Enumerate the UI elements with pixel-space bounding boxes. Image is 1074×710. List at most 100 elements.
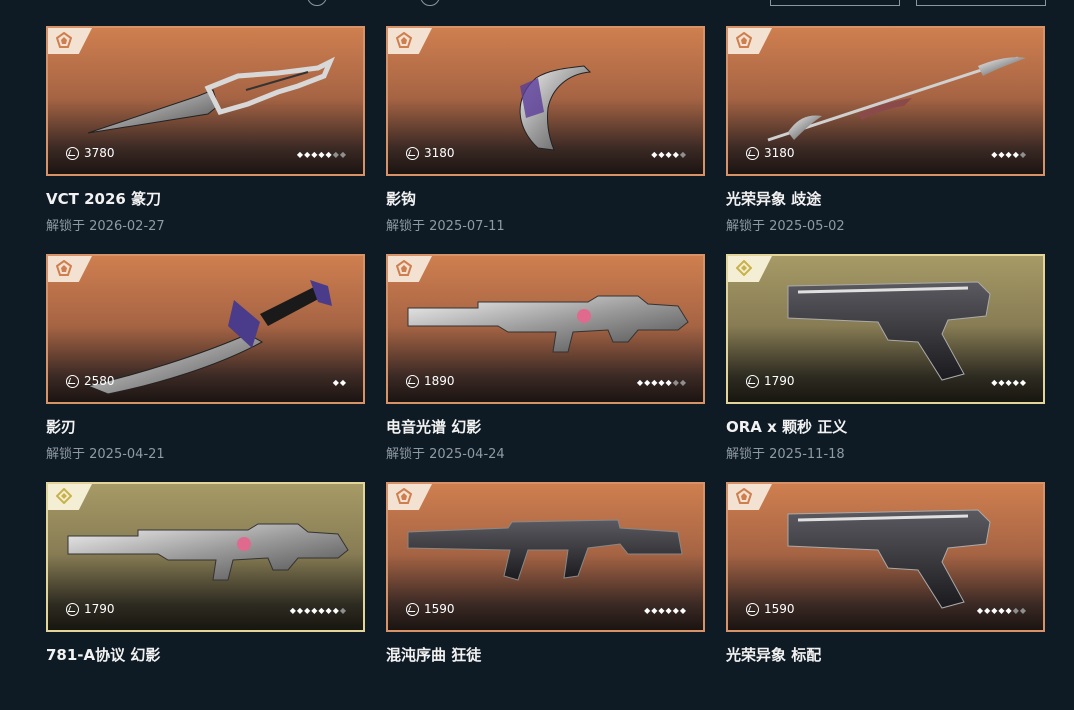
rating-diamonds: ◆◆◆◆◆ xyxy=(991,151,1027,159)
skin-card[interactable]: 3180 ◆◆◆◆◆ xyxy=(386,26,705,176)
skin-name: 光荣异象 标配 xyxy=(726,646,822,664)
skin-item[interactable]: 3180 ◆◆◆◆◆ 影钩 解锁于 2025-07-11 xyxy=(386,26,705,254)
rating-diamond-filled-icon: ◆ xyxy=(1005,378,1013,387)
skin-name: 光荣异象 歧途 xyxy=(726,190,822,208)
rating-diamond-filled-icon: ◆ xyxy=(665,150,673,159)
rating-diamond-filled-icon: ◆ xyxy=(658,150,666,159)
rating-diamond-filled-icon: ◆ xyxy=(318,150,326,159)
vp-icon xyxy=(406,374,419,388)
rating-diamond-filled-icon: ◆ xyxy=(976,606,985,615)
rating-diamond-filled-icon: ◆ xyxy=(289,606,297,615)
rating-diamond-filled-icon: ◆ xyxy=(318,606,326,615)
rating-diamond-filled-icon: ◆ xyxy=(998,150,1006,159)
rating-diamonds: ◆◆◆◆◆◆ xyxy=(644,607,687,615)
skin-item[interactable]: 3180 ◆◆◆◆◆ 光荣异象 歧途解锁于 2025-05-02 xyxy=(726,26,1045,254)
rating-diamonds: ◆◆◆◆◆◆◆ xyxy=(297,151,347,159)
rating-diamond-filled-icon: ◆ xyxy=(325,606,333,615)
price-value: 2580 xyxy=(84,374,115,388)
skin-item[interactable]: 1590 ◆◆◆◆◆◆ 混沌序曲 狂徒 xyxy=(386,482,705,710)
skin-card[interactable]: 1790 ◆◆◆◆◆◆◆◆ xyxy=(46,482,365,632)
skin-name: 电音光谱 幻影 xyxy=(386,418,482,436)
filter-button[interactable] xyxy=(916,0,1046,6)
vp-icon xyxy=(406,602,419,616)
rating-diamonds: ◆◆◆◆◆◆◆ xyxy=(637,379,687,387)
rating-diamond-filled-icon: ◆ xyxy=(636,378,645,387)
rating-diamond-empty-icon: ◆ xyxy=(1012,606,1020,615)
rating-diamond-filled-icon: ◆ xyxy=(665,606,673,615)
rating-diamond-filled-icon: ◆ xyxy=(1005,606,1013,615)
unlock-date: 解锁于 2025-05-02 xyxy=(726,219,845,234)
rating-diamond-filled-icon: ◆ xyxy=(1012,378,1020,387)
price: 2580 xyxy=(66,374,115,388)
skin-item[interactable]: 1790 ◆◆◆◆◆◆◆◆ 781-A协议 幻影 xyxy=(46,482,365,710)
rating-diamond-empty-icon: ◆ xyxy=(339,606,347,615)
rating-diamond-empty-icon: ◆ xyxy=(679,150,687,159)
skin-card[interactable]: 3780 ◆◆◆◆◆◆◆ xyxy=(46,26,365,176)
price: 1890 xyxy=(406,374,455,388)
rating-diamond-filled-icon: ◆ xyxy=(339,378,347,387)
rating-diamond-filled-icon: ◆ xyxy=(296,606,305,615)
price: 1590 xyxy=(406,602,455,616)
skin-card[interactable]: 1790 ◆◆◆◆◆ xyxy=(726,254,1045,404)
rating-diamonds: ◆◆◆◆◆ xyxy=(651,151,687,159)
unlock-date: 解锁于 2025-07-11 xyxy=(386,219,505,234)
skin-name: ORA x 颗秒 正义 xyxy=(726,418,848,436)
vp-icon xyxy=(66,146,79,160)
rating-diamond-filled-icon: ◆ xyxy=(1012,150,1020,159)
vp-icon xyxy=(746,602,759,616)
skin-card[interactable]: 1890 ◆◆◆◆◆◆◆ xyxy=(386,254,705,404)
filter-button[interactable] xyxy=(770,0,900,6)
top-filter-bar xyxy=(0,0,1074,6)
vp-icon xyxy=(746,146,759,160)
vp-icon xyxy=(406,146,419,160)
price: 3180 xyxy=(746,146,795,160)
rating-diamond-empty-icon: ◆ xyxy=(679,378,687,387)
price-value: 1790 xyxy=(84,602,115,616)
rating-diamond-empty-icon: ◆ xyxy=(332,150,340,159)
skin-item[interactable]: 1890 ◆◆◆◆◆◆◆ 电音光谱 幻影解锁于 2025-04-24 xyxy=(386,254,705,482)
price-value: 3180 xyxy=(424,146,455,160)
price-value: 1590 xyxy=(424,602,455,616)
price-value: 3180 xyxy=(764,146,795,160)
skin-card[interactable]: 3180 ◆◆◆◆◆ xyxy=(726,26,1045,176)
skin-card[interactable]: 1590 ◆◆◆◆◆◆ xyxy=(386,482,705,632)
vp-icon xyxy=(746,374,759,388)
rating-diamond-empty-icon: ◆ xyxy=(1019,606,1027,615)
price-value: 1590 xyxy=(764,602,795,616)
rating-diamond-filled-icon: ◆ xyxy=(296,150,305,159)
skin-name: 影刃 xyxy=(46,418,77,436)
price: 3180 xyxy=(406,146,455,160)
skin-item[interactable]: 3780 ◆◆◆◆◆◆◆ VCT 2026 篆刀 解锁于 2026-02-27 xyxy=(46,26,365,254)
price-value: 3780 xyxy=(84,146,115,160)
rating-diamond-filled-icon: ◆ xyxy=(325,150,333,159)
price: 3780 xyxy=(66,146,115,160)
rating-diamond-filled-icon: ◆ xyxy=(998,606,1006,615)
rating-diamonds: ◆◆◆◆◆◆◆ xyxy=(977,607,1027,615)
filter-radio[interactable] xyxy=(420,0,440,6)
filter-radio[interactable] xyxy=(307,0,327,6)
rating-diamond-filled-icon: ◆ xyxy=(332,378,340,387)
skin-card[interactable]: 1590 ◆◆◆◆◆◆◆ xyxy=(726,482,1045,632)
skin-item[interactable]: 1590 ◆◆◆◆◆◆◆ 光荣异象 标配 xyxy=(726,482,1045,710)
unlock-date: 解锁于 2025-04-24 xyxy=(386,447,505,462)
rating-diamond-filled-icon: ◆ xyxy=(332,606,340,615)
rating-diamond-empty-icon: ◆ xyxy=(339,150,347,159)
price-value: 1790 xyxy=(764,374,795,388)
skin-name: 781-A协议 幻影 xyxy=(46,646,161,664)
price: 1790 xyxy=(66,602,115,616)
skin-item[interactable]: 2580 ◆◆ 影刃 解锁于 2025-04-21 xyxy=(46,254,365,482)
skin-card[interactable]: 2580 ◆◆ xyxy=(46,254,365,404)
skin-item[interactable]: 1790 ◆◆◆◆◆ ORA x 颗秒 正义 解锁于 2025-11-18 xyxy=(726,254,1045,482)
skin-name: VCT 2026 篆刀 xyxy=(46,190,162,208)
price-value: 1890 xyxy=(424,374,455,388)
rating-diamond-filled-icon: ◆ xyxy=(665,378,673,387)
rating-diamond-filled-icon: ◆ xyxy=(658,378,666,387)
skin-grid: 3780 ◆◆◆◆◆◆◆ VCT 2026 篆刀 解锁于 2026-02-27 318… xyxy=(46,26,1045,710)
rating-diamond-filled-icon: ◆ xyxy=(998,378,1006,387)
rating-diamonds: ◆◆◆◆◆ xyxy=(991,379,1027,387)
unlock-date: 解锁于 2025-11-18 xyxy=(726,447,845,462)
rating-diamond-empty-icon: ◆ xyxy=(672,378,680,387)
vp-icon xyxy=(66,374,79,388)
price: 1790 xyxy=(746,374,795,388)
rating-diamond-empty-icon: ◆ xyxy=(1019,150,1027,159)
